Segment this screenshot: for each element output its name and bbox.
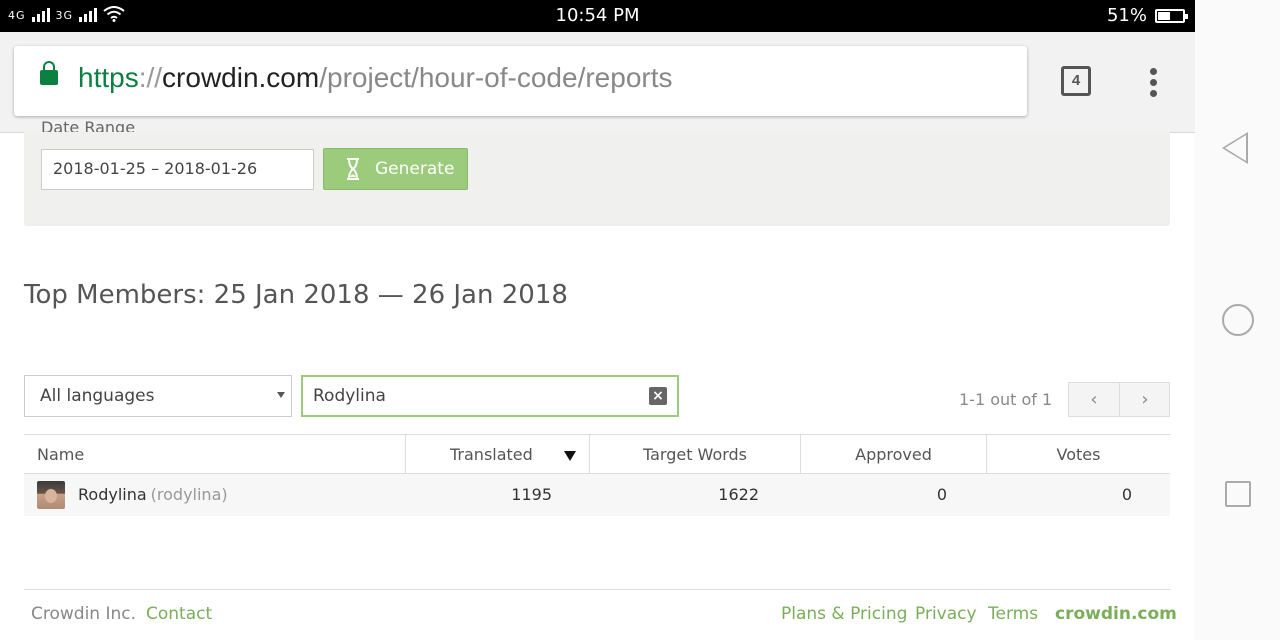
avatar [37, 481, 65, 509]
sort-desc-icon [564, 451, 576, 461]
status-bar: 4G 3G 10:54 PM 51% [0, 0, 1195, 32]
footer-privacy-link[interactable]: Privacy [915, 604, 977, 624]
battery-percent: 51% [1106, 5, 1147, 26]
dropdown-arrow-icon [277, 392, 285, 398]
language-select-value: All languages [40, 386, 155, 406]
members-table: Name Translated Target Words Approved Vo… [24, 434, 1170, 516]
generate-button[interactable]: Generate [323, 148, 468, 190]
overflow-menu-icon[interactable] [1145, 68, 1161, 98]
prev-page-icon[interactable]: ‹ [1069, 383, 1120, 416]
browser-toolbar: https://crowdin.com/project/hour-of-code… [0, 32, 1195, 133]
footer-brand-link[interactable]: crowdin.com [1055, 604, 1177, 624]
battery-indicator: 51% [1106, 5, 1188, 26]
member-search-input[interactable]: Rodylina × [301, 375, 679, 417]
generate-button-label: Generate [375, 159, 455, 179]
back-icon[interactable] [1222, 132, 1248, 164]
system-nav-bar [1195, 0, 1280, 640]
page-title: Top Members: 25 Jan 2018 — 26 Jan 2018 [24, 280, 568, 310]
footer-plans-link[interactable]: Plans & Pricing [781, 604, 907, 624]
date-range-label: Date Range [41, 118, 136, 132]
pagination-controls: ‹ › [1068, 382, 1170, 417]
battery-icon [1155, 8, 1188, 23]
lock-icon [40, 61, 58, 85]
column-header-translated-label: Translated [450, 445, 533, 464]
clock: 10:54 PM [555, 5, 640, 26]
target-words-cell: 1622 [718, 485, 759, 504]
member-login: (rodylina) [150, 485, 228, 504]
date-range-input[interactable]: 2018-01-25 – 2018-01-26 [41, 149, 314, 190]
votes-cell: 0 [1121, 485, 1132, 504]
address-bar[interactable]: https://crowdin.com/project/hour-of-code… [14, 46, 1027, 116]
column-header-approved[interactable]: Approved [800, 435, 986, 474]
translated-cell: 1195 [511, 485, 552, 504]
footer-divider [24, 589, 1170, 590]
tab-switcher-button[interactable]: 4 [1061, 66, 1091, 96]
table-row: Rodylina (rodylina) 1195 1622 0 0 [24, 474, 1170, 516]
member-name[interactable]: Rodylina [78, 485, 147, 504]
pagination-info: 1-1 out of 1 [959, 390, 1053, 409]
footer-company: Crowdin Inc. [31, 604, 137, 624]
url-text[interactable]: https://crowdin.com/project/hour-of-code… [78, 62, 673, 94]
recent-apps-icon[interactable] [1225, 481, 1251, 507]
search-value: Rodylina [313, 386, 386, 406]
column-header-translated[interactable]: Translated [405, 435, 589, 474]
hourglass-icon [347, 158, 359, 180]
next-page-icon[interactable]: › [1120, 383, 1170, 416]
member-name-cell: Rodylina (rodylina) [78, 474, 228, 516]
home-icon[interactable] [1222, 304, 1254, 336]
language-select[interactable]: All languages [24, 375, 292, 417]
footer-contact-link[interactable]: Contact [146, 604, 212, 624]
table-header: Name Translated Target Words Approved Vo… [24, 434, 1170, 474]
clear-search-icon[interactable]: × [649, 387, 667, 405]
column-header-target-words[interactable]: Target Words [589, 435, 800, 474]
column-header-name[interactable]: Name [24, 435, 405, 474]
footer-terms-link[interactable]: Terms [988, 604, 1038, 624]
approved-cell: 0 [936, 485, 947, 504]
column-header-votes[interactable]: Votes [986, 435, 1170, 474]
